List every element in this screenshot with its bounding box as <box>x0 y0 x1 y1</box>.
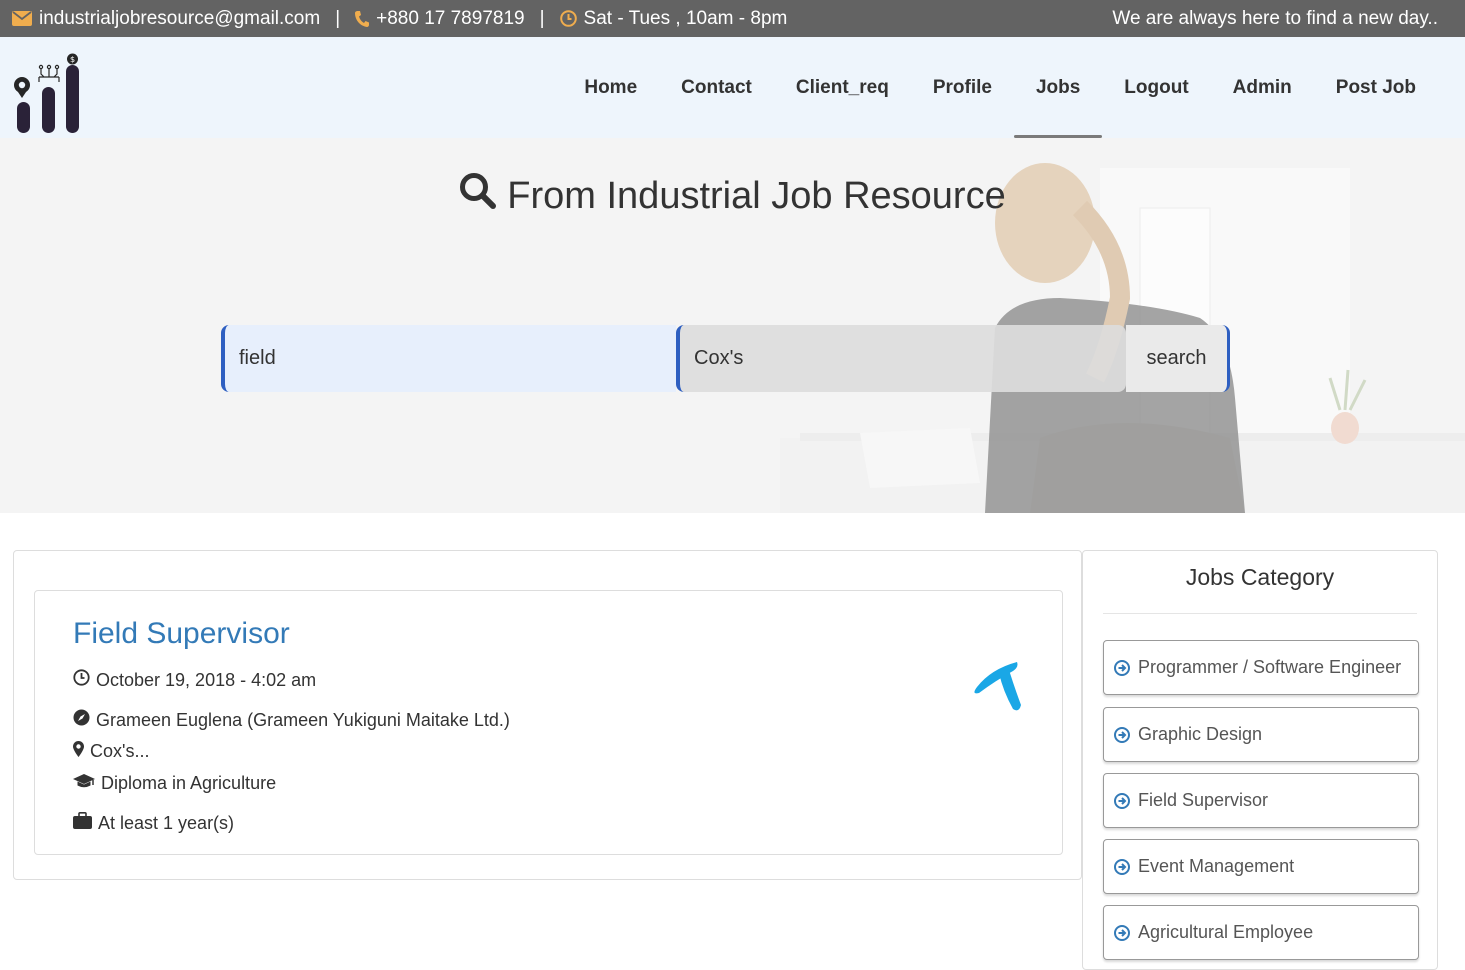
job-date-row: October 19, 2018 - 4:02 am <box>73 669 316 691</box>
separator: | <box>335 7 341 29</box>
category-graphic-design[interactable]: Graphic Design <box>1103 707 1419 762</box>
hero-title-text: From Industrial Job Resource <box>507 174 1006 217</box>
nav-jobs[interactable]: Jobs <box>1013 37 1103 138</box>
arrow-circle-right-icon <box>1114 659 1130 676</box>
category-label: Field Supervisor <box>1138 790 1269 810</box>
location-input[interactable]: Cox's <box>676 325 1126 392</box>
compass-icon <box>73 709 90 731</box>
envelope-icon <box>12 11 32 26</box>
job-results-panel: Field Supervisor October 19, 2018 - 4:02… <box>13 550 1082 880</box>
clock-icon <box>73 669 90 691</box>
category-label: Graphic Design <box>1138 724 1263 744</box>
company-logo <box>969 661 1027 713</box>
contact-email[interactable]: industrialjobresource@gmail.com <box>39 8 320 30</box>
top-info-bar: industrialjobresource@gmail.com | +880 1… <box>0 0 1465 37</box>
job-search-form: field Cox's search <box>221 325 1230 392</box>
map-marker-icon <box>73 741 84 762</box>
nav-client-req[interactable]: Client_req <box>774 37 911 138</box>
nav-admin[interactable]: Admin <box>1211 37 1314 138</box>
job-card: Field Supervisor October 19, 2018 - 4:02… <box>34 590 1063 855</box>
job-date: October 19, 2018 - 4:02 am <box>96 669 317 690</box>
category-label: Programmer / Software Engineer <box>1138 657 1402 677</box>
contact-info: industrialjobresource@gmail.com | +880 1… <box>12 0 787 37</box>
job-location: Cox's... <box>90 741 150 761</box>
arrow-circle-right-icon <box>1114 792 1130 809</box>
category-label: Event Management <box>1138 856 1295 876</box>
nav-contact[interactable]: Contact <box>659 37 774 138</box>
clock-icon <box>559 10 577 27</box>
search-button[interactable]: search <box>1126 325 1230 392</box>
job-education-row: Diploma in Agriculture <box>73 773 276 794</box>
nav-logout[interactable]: Logout <box>1102 37 1210 138</box>
category-agricultural-employee[interactable]: Agricultural Employee <box>1103 905 1419 960</box>
hero-banner: From Industrial Job Resource field Cox's… <box>0 138 1465 513</box>
briefcase-icon <box>73 812 92 834</box>
category-event-management[interactable]: Event Management <box>1103 839 1419 894</box>
category-label: Agricultural Employee <box>1138 922 1314 942</box>
category-field-supervisor[interactable]: Field Supervisor <box>1103 773 1419 828</box>
navbar: $ Home Contact Client_req Profile Jobs L… <box>0 37 1465 138</box>
separator: | <box>539 7 545 29</box>
keyword-input[interactable]: field <box>221 325 676 392</box>
office-hours: Sat - Tues , 10am - 8pm <box>583 7 788 29</box>
job-title-link[interactable]: Field Supervisor <box>73 617 290 651</box>
category-programmer-software-engineer[interactable]: Programmer / Software Engineer <box>1103 640 1419 695</box>
job-location-row: Cox's... <box>73 741 149 762</box>
job-experience: At least 1 year(s) <box>98 812 235 833</box>
arrow-circle-right-icon <box>1114 726 1130 743</box>
contact-phone[interactable]: +880 17 7897819 <box>376 8 524 30</box>
arrow-circle-right-icon <box>1114 924 1130 941</box>
divider <box>1103 613 1417 614</box>
hero-title: From Industrial Job Resource <box>0 172 1465 220</box>
main-nav: Home Contact Client_req Profile Jobs Log… <box>562 37 1438 138</box>
jobs-category-panel: Jobs Category Programmer / Software Engi… <box>1082 550 1438 970</box>
nav-post-job[interactable]: Post Job <box>1314 37 1438 138</box>
tagline: We are always here to find a new day.. <box>1112 7 1438 29</box>
search-icon <box>459 172 497 220</box>
phone-icon <box>355 10 370 27</box>
graduation-cap-icon <box>73 773 95 794</box>
job-experience-row: At least 1 year(s) <box>73 812 234 834</box>
nav-profile[interactable]: Profile <box>911 37 1014 138</box>
job-company: Grameen Euglena (Grameen Yukiguni Maitak… <box>96 709 510 730</box>
nav-home[interactable]: Home <box>562 37 659 138</box>
svg-text:$: $ <box>70 55 75 64</box>
job-company-row: Grameen Euglena (Grameen Yukiguni Maitak… <box>73 709 510 731</box>
jobs-category-title: Jobs Category <box>1185 564 1335 590</box>
job-education: Diploma in Agriculture <box>101 773 277 793</box>
site-logo[interactable]: $ <box>12 52 82 134</box>
arrow-circle-right-icon <box>1114 858 1130 875</box>
